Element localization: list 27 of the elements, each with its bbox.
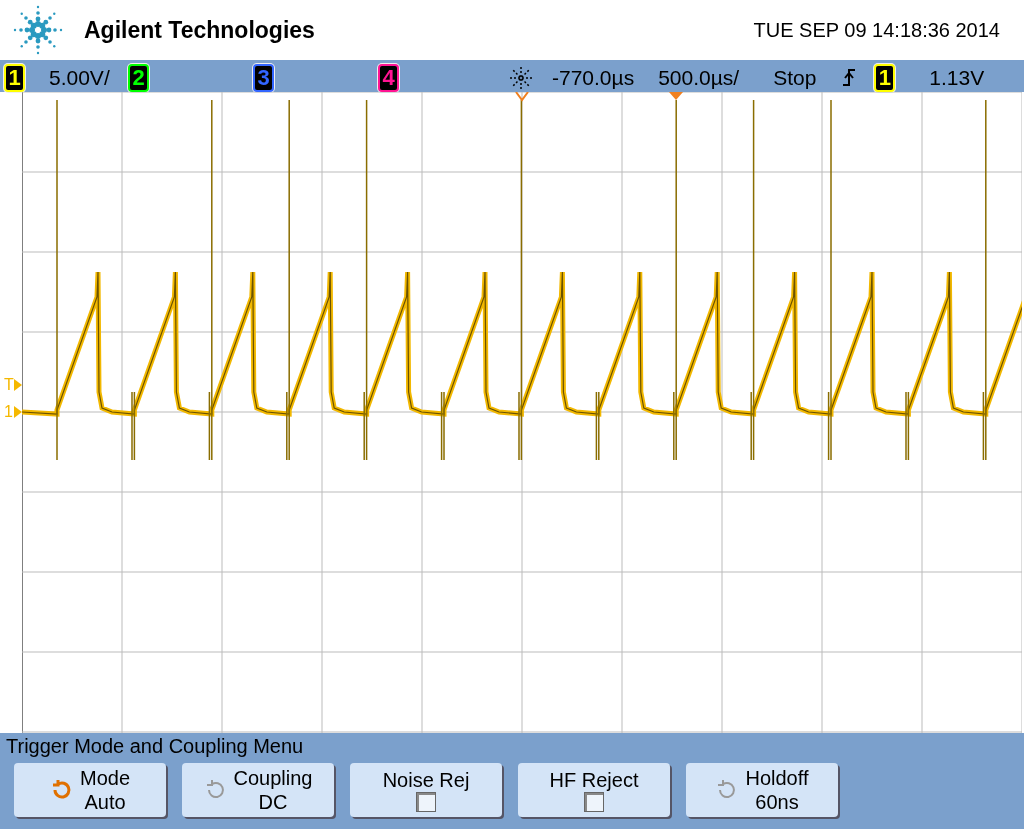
rising-edge-icon [842,67,857,89]
marker-arrow-icon [14,379,22,391]
softkey-button[interactable]: Holdoff 60ns [686,763,838,817]
softkey-button[interactable]: Noise Rej [350,763,502,817]
softkey-button[interactable]: Mode Auto [14,763,166,817]
time-per-division: 500.0µs/ [658,66,740,90]
softkey-button[interactable]: Coupling DC [182,763,334,817]
channel-number[interactable]: 4 [378,64,399,92]
trigger-level-marker: T [4,376,14,394]
channel-ground-marker: 1 [4,403,13,421]
time-delay: -770.0µs [552,66,635,90]
starburst-icon [508,66,534,90]
brand-name: Agilent Technologies [84,16,316,44]
trigger-level: 1.13V [929,66,985,90]
volts-per-division: 5.00V/ [49,66,110,90]
checkbox[interactable] [416,792,436,812]
date-time: TUE SEP 09 14:18:36 2014 [753,18,1000,42]
softkey-button[interactable]: HF Reject [518,763,670,817]
menu-title: Trigger Mode and Coupling Menu [6,735,305,758]
channel-number[interactable]: 3 [253,64,274,92]
checkbox[interactable] [584,792,604,812]
channel-number[interactable]: 2 [128,64,149,92]
channel-number[interactable]: 1 [4,64,25,92]
delay-marker-icon [515,92,529,102]
run-state: Stop [773,66,817,90]
marker-arrow-icon [14,406,22,418]
trigger-source[interactable]: 1 [874,64,896,92]
